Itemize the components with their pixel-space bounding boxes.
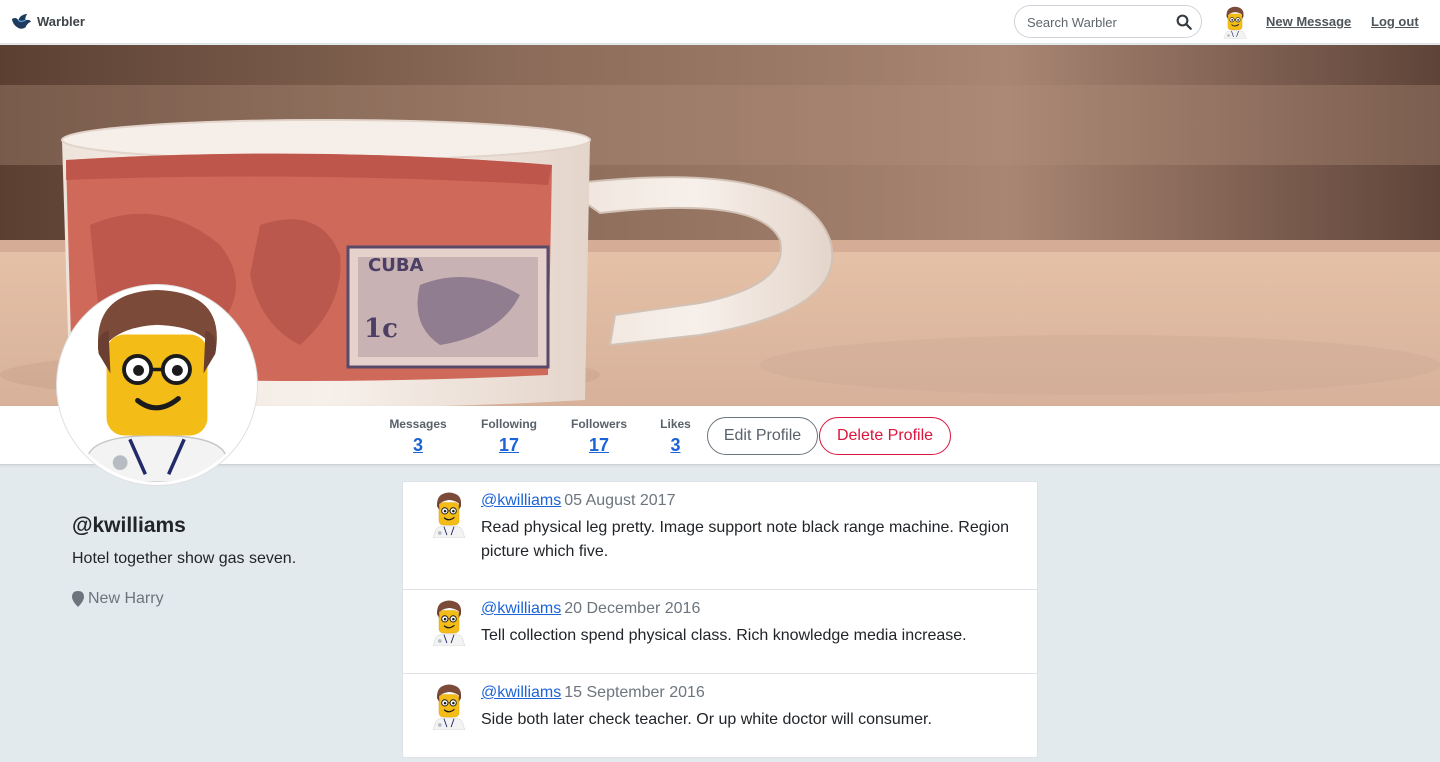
stat-likes-label: Likes [660, 417, 691, 431]
message-text: Read physical leg pretty. Image support … [481, 519, 1010, 560]
search-form [1014, 5, 1202, 38]
bird-icon [11, 13, 31, 29]
stat-following-label: Following [481, 417, 537, 431]
message-date: 15 September 2016 [564, 684, 705, 701]
message-date: 20 December 2016 [564, 600, 701, 617]
stamp-text: CUBA [368, 255, 424, 276]
lego-avatar-image [60, 288, 254, 482]
stat-likes[interactable]: Likes 3 [659, 417, 692, 456]
stat-messages-label: Messages [389, 417, 447, 431]
message-item: @kwilliams 15 September 2016 Side both la… [403, 674, 1037, 758]
stat-following-value[interactable]: 17 [479, 435, 539, 456]
message-avatar[interactable] [428, 682, 470, 730]
top-navbar: Warbler New Message Log out [0, 0, 1440, 44]
message-item: @kwilliams 20 December 2016 Tell collecti… [403, 590, 1037, 674]
message-header: @kwilliams 15 September 2016 [481, 684, 705, 702]
message-header: @kwilliams 20 December 2016 [481, 600, 700, 618]
edit-profile-button[interactable]: Edit Profile [707, 417, 818, 455]
logout-link[interactable]: Log out [1371, 14, 1419, 29]
message-username-link[interactable]: @kwilliams [481, 492, 561, 509]
brand-name: Warbler [37, 13, 85, 29]
profile-location-text: New Harry [88, 590, 164, 607]
message-username-link[interactable]: @kwilliams [481, 684, 561, 701]
message-text: Side both later check teacher. Or up whi… [481, 711, 932, 728]
profile-location: New Harry [72, 590, 164, 608]
message-item: @kwilliams 05 August 2017 Read physical l… [403, 482, 1037, 590]
search-input[interactable] [1027, 13, 1172, 31]
message-username-link[interactable]: @kwilliams [481, 600, 561, 617]
stat-likes-value[interactable]: 3 [659, 435, 692, 456]
stat-followers[interactable]: Followers 17 [569, 417, 629, 456]
stat-followers-label: Followers [570, 417, 627, 431]
search-button[interactable] [1175, 12, 1195, 32]
message-avatar[interactable] [428, 598, 470, 646]
new-message-link[interactable]: New Message [1266, 14, 1351, 29]
stat-messages[interactable]: Messages 3 [387, 417, 449, 456]
nav-user-avatar[interactable] [1220, 5, 1250, 39]
message-header: @kwilliams 05 August 2017 [481, 492, 675, 510]
stat-followers-value[interactable]: 17 [569, 435, 629, 456]
message-avatar[interactable] [428, 490, 470, 538]
profile-username: @kwilliams [72, 514, 186, 537]
profile-bio: Hotel together show gas seven. [72, 550, 297, 567]
map-marker-icon [72, 591, 84, 607]
stat-following[interactable]: Following 17 [479, 417, 539, 456]
message-text: Tell collection spend physical class. Ri… [481, 627, 967, 644]
stat-messages-value[interactable]: 3 [387, 435, 449, 456]
stamp-value: 1c [364, 314, 398, 344]
delete-profile-button[interactable]: Delete Profile [819, 417, 951, 455]
profile-avatar [57, 285, 257, 485]
message-date: 05 August 2017 [564, 492, 676, 509]
brand-link[interactable]: Warbler [10, 10, 85, 32]
messages-list: @kwilliams 05 August 2017 Read physical l… [402, 481, 1038, 758]
search-icon [1176, 14, 1192, 30]
